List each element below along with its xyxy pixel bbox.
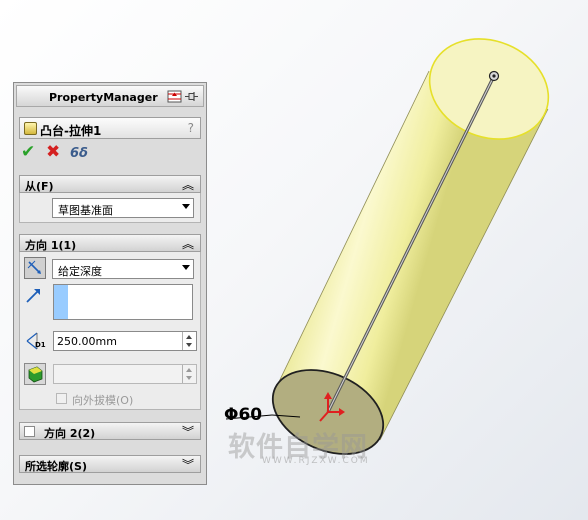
from-group-body: 草图基准面	[19, 193, 201, 223]
from-start-condition-select[interactable]: 草图基准面	[52, 198, 194, 218]
direction1-group-body: 给定深度 D1 250.00mm 向外拔模(O)	[19, 252, 201, 410]
collapse-up-icon[interactable]: ︽	[182, 176, 194, 193]
property-manager-title: PropertyManager	[49, 91, 158, 104]
end-condition-select[interactable]: 给定深度	[52, 259, 194, 279]
dropdown-arrow-icon	[182, 204, 190, 209]
end-condition-value: 给定深度	[58, 265, 102, 278]
from-group-label: 从(F)	[25, 180, 54, 193]
direction-vector-icon	[24, 285, 46, 307]
selected-contours-label: 所选轮廓(S)	[25, 460, 87, 473]
help-icon[interactable]: ?	[188, 121, 194, 135]
draft-spinner[interactable]	[182, 365, 196, 383]
list-selection-highlight	[54, 285, 68, 319]
ok-button[interactable]: ✔	[21, 143, 35, 161]
property-manager-panel: PropertyManager 凸台-拉伸1 ? ✔ ✖ 6δ 从(F) ︽ 草…	[13, 82, 207, 485]
cancel-button[interactable]: ✖	[46, 143, 60, 161]
draft-toggle-icon[interactable]	[24, 363, 46, 385]
expand-down-icon[interactable]: ︾	[182, 423, 194, 440]
dropdown-arrow-icon	[182, 265, 190, 270]
draft-outward-label: 向外拔模(O)	[72, 394, 134, 407]
feature-name: 凸台-拉伸1	[40, 124, 102, 138]
depth-input[interactable]: 250.00mm	[53, 331, 197, 351]
extrude-handle-top[interactable]	[488, 70, 500, 82]
split-panel-icon[interactable]	[167, 90, 182, 103]
expand-down-icon[interactable]: ︾	[182, 456, 194, 473]
reverse-direction-icon[interactable]	[24, 257, 46, 279]
depth-icon-label: D1	[35, 341, 46, 349]
depth-value: 250.00mm	[57, 335, 117, 348]
direction2-group-label: 方向 2(2)	[44, 427, 96, 440]
panel-header-icons	[167, 90, 199, 106]
property-manager-header: PropertyManager	[16, 85, 204, 107]
direction2-group-header[interactable]: 方向 2(2) ︾	[19, 422, 201, 440]
collapse-up-icon[interactable]: ︽	[182, 235, 194, 252]
direction1-group-label: 方向 1(1)	[25, 239, 77, 252]
from-group-header[interactable]: 从(F) ︽	[19, 175, 201, 193]
diameter-dimension[interactable]: Φ60	[224, 405, 262, 425]
feature-name-bar: 凸台-拉伸1 ?	[19, 117, 201, 139]
selected-contours-group-header[interactable]: 所选轮廓(S) ︾	[19, 455, 201, 473]
depth-spinner[interactable]	[182, 332, 196, 350]
direction2-checkbox[interactable]	[24, 426, 35, 437]
pin-icon[interactable]	[185, 92, 198, 101]
draft-outward-checkbox[interactable]	[56, 393, 67, 404]
direction1-group-header[interactable]: 方向 1(1) ︽	[19, 234, 201, 252]
preview-glasses-icon[interactable]: 6δ	[70, 145, 88, 163]
from-selected-value: 草图基准面	[58, 204, 113, 217]
boss-extrude-icon	[24, 122, 37, 135]
direction-reference-list[interactable]	[53, 284, 193, 320]
draft-angle-input[interactable]	[53, 364, 197, 384]
depth-icon: D1	[24, 330, 46, 352]
watermark-url: WWW.RJZXW.COM	[262, 456, 370, 466]
